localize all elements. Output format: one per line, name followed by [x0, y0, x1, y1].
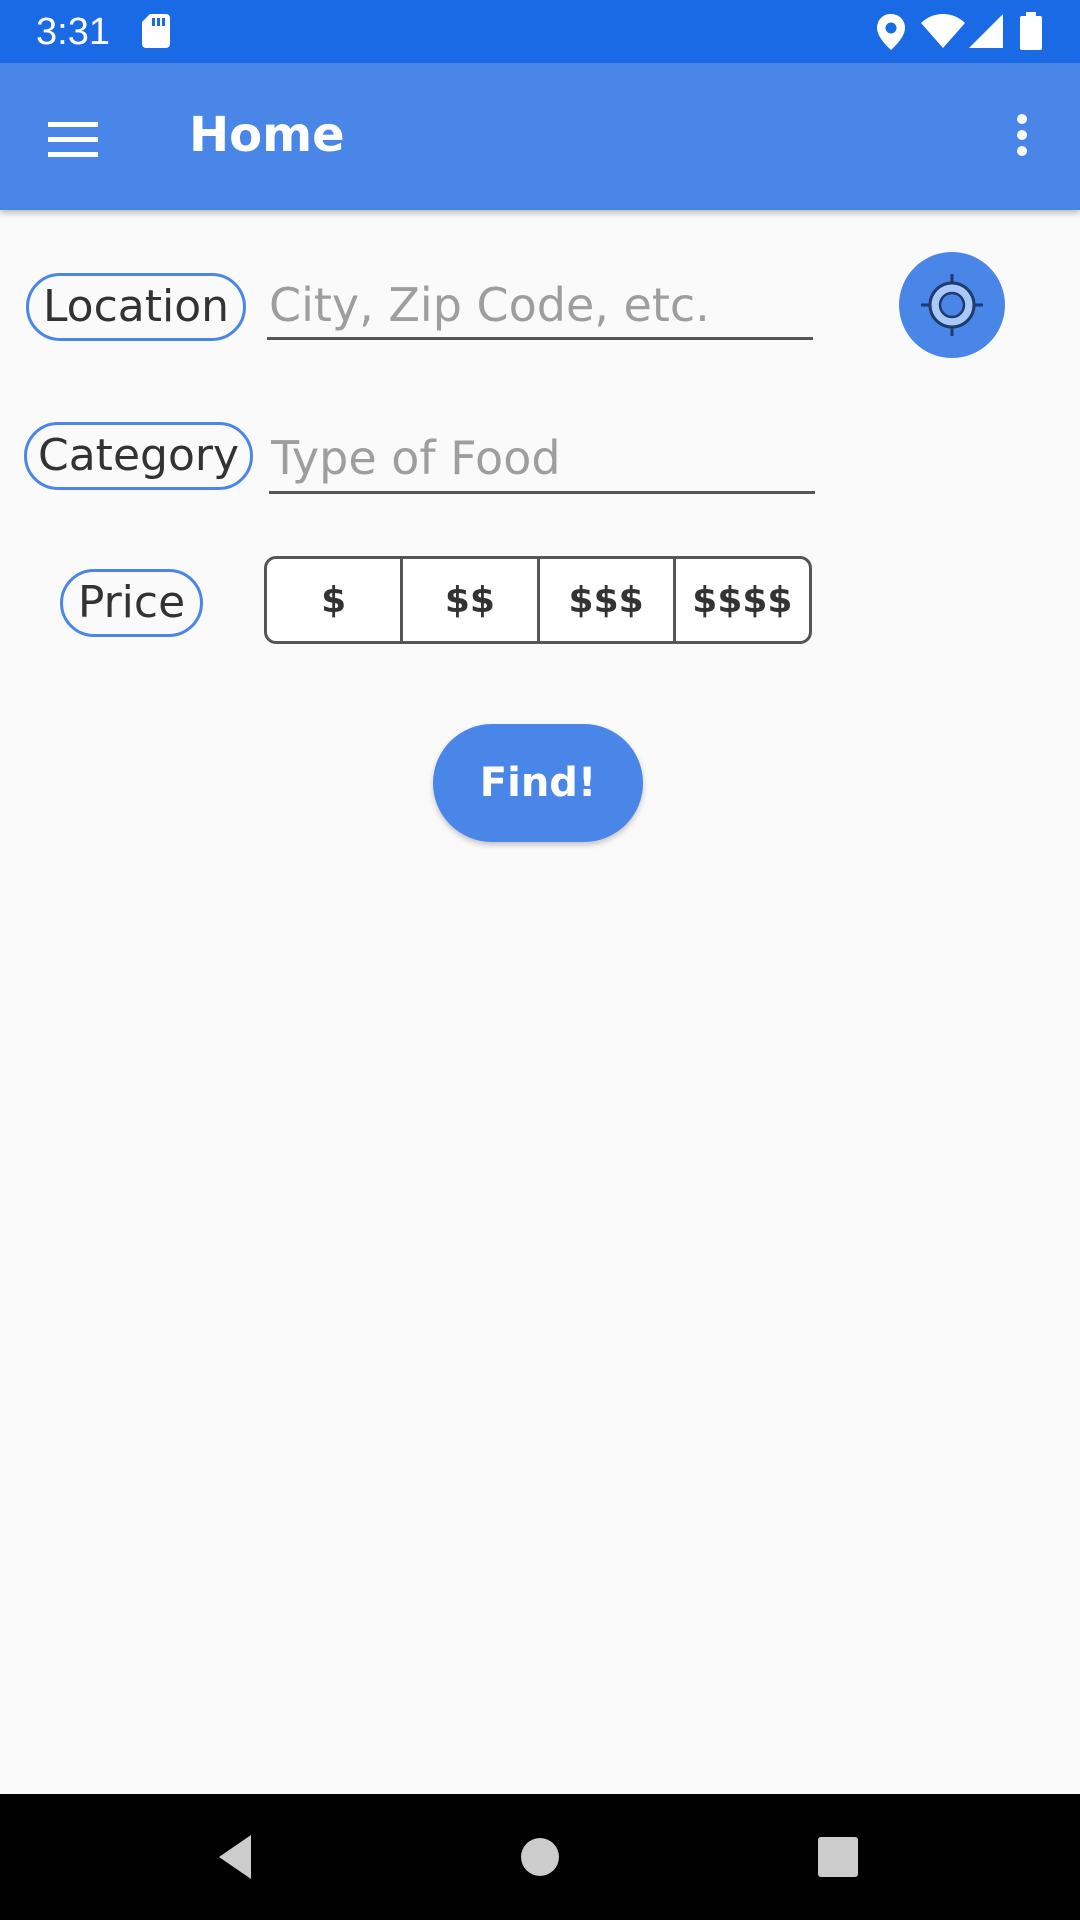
wifi-icon [921, 14, 965, 52]
recents-icon[interactable] [808, 1827, 868, 1887]
find-button[interactable]: Find! [433, 724, 643, 842]
my-location-button[interactable] [899, 252, 1005, 358]
cell-signal-icon [969, 14, 1003, 52]
status-bar: 3:31 [0, 0, 1080, 63]
page-title: Home [189, 107, 345, 163]
home-icon[interactable] [510, 1827, 570, 1887]
price-label: Price [60, 569, 203, 637]
location-input[interactable] [267, 272, 813, 340]
my-location-icon [921, 274, 983, 336]
price-option-2[interactable]: $$ [400, 559, 536, 641]
navigation-bar [0, 1794, 1080, 1920]
status-time: 3:31 [36, 11, 110, 53]
more-vert-icon[interactable] [1000, 99, 1048, 179]
hamburger-menu-icon[interactable] [32, 99, 112, 179]
price-option-1[interactable]: $ [267, 559, 400, 641]
battery-icon [1020, 12, 1042, 54]
sd-card-icon [142, 14, 170, 52]
app-bar: Home [0, 63, 1080, 210]
location-pin-icon [876, 14, 906, 54]
category-input[interactable] [269, 424, 815, 494]
location-label: Location [26, 273, 246, 341]
category-label: Category [24, 422, 253, 490]
price-option-3[interactable]: $$$ [536, 559, 673, 641]
back-icon[interactable] [209, 1827, 269, 1887]
price-option-4[interactable]: $$$$ [672, 559, 809, 641]
price-selector: $ $$ $$$ $$$$ [264, 556, 812, 644]
